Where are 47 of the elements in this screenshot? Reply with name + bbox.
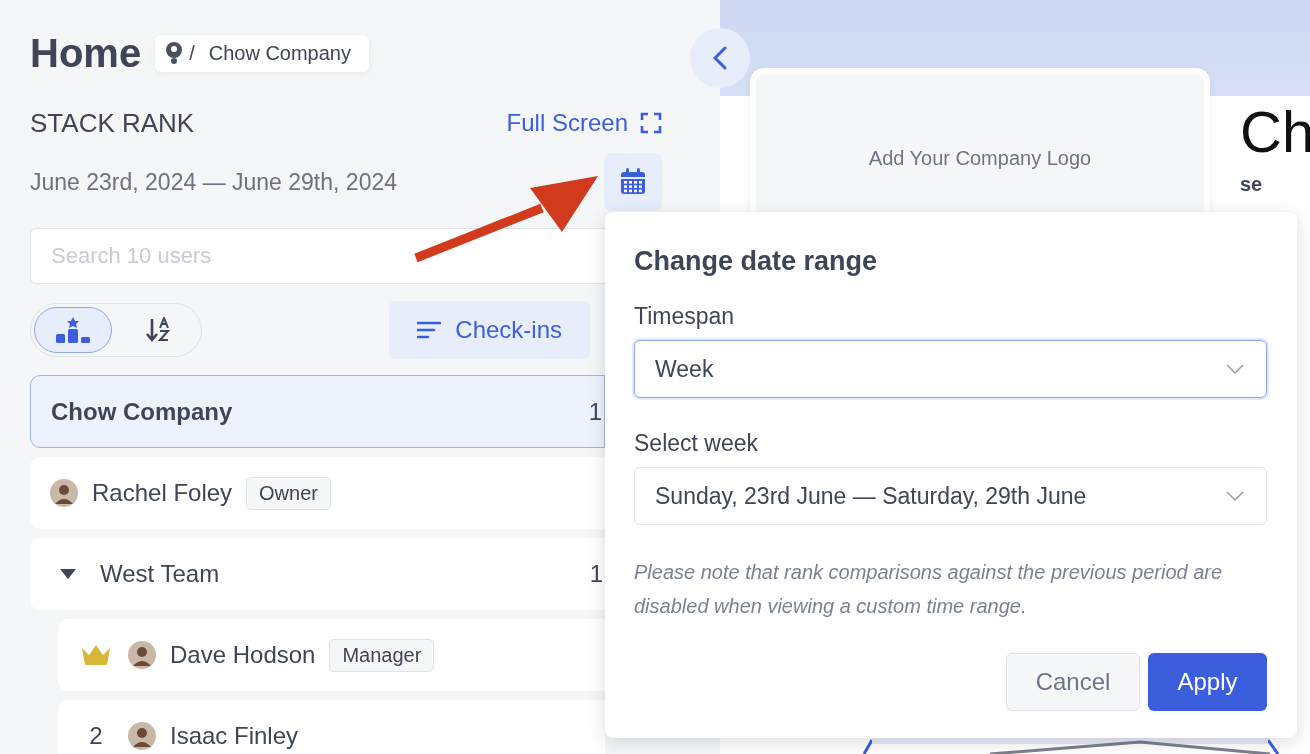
select-field[interactable]: Sunday, 23rd June — Saturday, 29th June — [634, 467, 1267, 525]
filter-icon — [417, 320, 442, 340]
user-row[interactable]: Dave Hodson Manager — [58, 619, 605, 691]
calendar-icon — [620, 168, 646, 196]
breadcrumb-link[interactable]: Chow Company — [208, 41, 351, 65]
user-row[interactable]: 2 Isaac Finley — [58, 700, 605, 754]
company-name: Ch — [1240, 98, 1310, 165]
date-range: June 23rd, 2024 — June 29th, 2024 — [30, 168, 397, 196]
avatar-icon — [128, 641, 156, 669]
user-name: Rachel Foley — [92, 479, 233, 507]
fullscreen-icon — [640, 112, 662, 134]
user-row[interactable]: Rachel Foley Owner — [30, 457, 605, 529]
score-value: 1 — [588, 397, 602, 426]
rank-number: 2 — [89, 722, 103, 750]
podium-icon — [56, 317, 91, 343]
user-name: Dave Hodson — [170, 641, 316, 669]
apply-button[interactable]: Apply — [1148, 653, 1267, 711]
breadcrumb[interactable]: / Chow Company — [155, 34, 369, 72]
page-title: Home — [30, 30, 142, 76]
role-tag: Manager — [329, 638, 435, 672]
chevron-down-icon — [1226, 364, 1244, 374]
user-name: Chow Company — [51, 397, 233, 426]
avatar-icon — [50, 479, 78, 507]
score-value: 1 — [589, 560, 603, 588]
popup-title: Change date range — [634, 246, 879, 277]
user-name: West Team — [100, 560, 220, 588]
podium-view-button[interactable] — [34, 307, 113, 353]
company-subtitle: se — [1240, 173, 1264, 196]
full-screen-link[interactable]: Full Screen — [506, 109, 662, 137]
field-label: Timespan — [634, 303, 736, 330]
role-tag: Owner — [246, 476, 331, 510]
avatar-icon — [128, 722, 156, 750]
select-field[interactable]: Week — [634, 340, 1267, 398]
sort-icon — [146, 317, 173, 343]
cancel-button[interactable]: Cancel — [1006, 653, 1140, 711]
team-row[interactable]: West Team 1 — [30, 538, 605, 610]
breadcrumb-separator: / — [189, 41, 195, 65]
user-icon — [165, 42, 184, 64]
chevron-left-icon — [713, 46, 727, 70]
chevron-down-icon — [1226, 491, 1244, 501]
calendar-button[interactable] — [604, 153, 662, 211]
user-name: Isaac Finley — [170, 722, 299, 750]
check-ins-button[interactable]: Check-ins — [389, 301, 590, 359]
note-text: Please note that rank comparisons against the previous period are disabled when viewing a custom time range. — [634, 560, 1224, 619]
company-row[interactable]: Chow Company 1 — [30, 375, 605, 448]
field-label: Select week — [634, 430, 759, 457]
section-title: STACK RANK — [30, 107, 195, 139]
